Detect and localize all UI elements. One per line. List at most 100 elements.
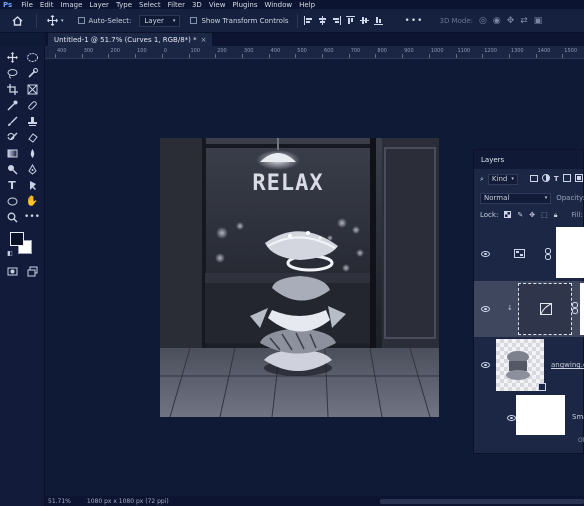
lock-position-icon[interactable]: ✥ (529, 211, 535, 219)
more-options-icon[interactable]: ••• (405, 16, 424, 26)
blur-tool-icon[interactable] (25, 146, 39, 160)
layer-name[interactable]: Sma (572, 413, 584, 421)
menu-view[interactable]: View (209, 1, 226, 9)
ruler-tick (562, 54, 564, 58)
path-select-tool-icon[interactable] (25, 178, 39, 192)
foreground-color-swatch[interactable] (10, 232, 24, 246)
lock-transparent-icon[interactable] (504, 210, 512, 220)
menu-type[interactable]: Type (116, 1, 132, 9)
ruler-tick (108, 54, 110, 58)
frame-tool-icon[interactable] (25, 82, 39, 96)
eye-icon[interactable] (481, 251, 490, 257)
shape-tool-icon[interactable] (5, 194, 19, 208)
opacity-label: Opacity: (556, 194, 584, 202)
layer-row[interactable]: Sma (474, 393, 584, 441)
dodge-tool-icon[interactable] (5, 162, 19, 176)
filter-pixel-icon[interactable] (529, 174, 538, 184)
layer-row[interactable]: angwing.co (474, 337, 584, 393)
layer-mask-thumbnail[interactable] (556, 227, 584, 278)
lock-pixels-icon[interactable]: ✎ (517, 211, 523, 219)
align-center-icon[interactable] (318, 16, 327, 25)
menu-edit[interactable]: Edit (40, 1, 54, 9)
clone-stamp-tool-icon[interactable] (25, 114, 39, 128)
eraser-tool-icon[interactable] (25, 130, 39, 144)
align-middle-icon[interactable] (359, 16, 369, 25)
lasso-tool-icon[interactable] (5, 66, 19, 80)
link-icon[interactable] (545, 248, 551, 262)
layers-panel-header[interactable]: Layers (474, 150, 583, 169)
menu-file[interactable]: File (21, 1, 33, 9)
menu-layer[interactable]: Layer (89, 1, 109, 9)
blend-mode-dropdown[interactable]: Normal ▾ (480, 192, 552, 204)
filter-smart-object-icon[interactable] (574, 174, 583, 184)
eyedropper-tool-icon[interactable] (5, 98, 19, 112)
home-icon[interactable] (10, 15, 24, 26)
3d-pan-icon[interactable]: ✥ (507, 16, 515, 26)
eye-icon[interactable] (481, 306, 490, 312)
menu-plugins[interactable]: Plugins (232, 1, 257, 9)
lock-all-icon[interactable]: 🔒︎ (554, 211, 558, 220)
crop-tool-icon[interactable] (5, 82, 19, 96)
filter-type-icon[interactable]: T (554, 175, 559, 183)
3d-roll-icon[interactable]: ◉ (493, 16, 501, 26)
3d-video-icon[interactable]: ▣ (534, 16, 543, 26)
layer-row-selected[interactable]: ↓ (474, 281, 584, 337)
layer-mask-thumbnail[interactable] (580, 283, 584, 335)
auto-select-dropdown[interactable]: Layer ▾ (139, 14, 181, 27)
layer-row[interactable] (474, 227, 584, 281)
align-right-icon[interactable] (332, 16, 341, 25)
smart-object-thumbnail[interactable] (496, 339, 546, 391)
screen-mode-icon[interactable] (25, 264, 39, 278)
marquee-tool-icon[interactable] (25, 50, 39, 64)
quick-select-tool-icon[interactable] (25, 66, 39, 80)
document-tab[interactable]: Untitled-1 @ 51.7% (Curves 1, RGB/8*) * … (48, 33, 213, 46)
align-left-icon[interactable] (303, 16, 313, 25)
horizontal-scrollbar[interactable] (380, 499, 584, 504)
close-icon[interactable]: × (201, 36, 207, 44)
pen-tool-icon[interactable] (25, 162, 39, 176)
menu-filter[interactable]: Filter (168, 1, 185, 9)
menu-help[interactable]: Help (299, 1, 315, 9)
zoom-tool-icon[interactable] (5, 210, 19, 224)
lock-artboard-icon[interactable]: ⬚ (541, 211, 548, 219)
gradient-tool-icon[interactable] (5, 146, 19, 160)
move-tool-icon[interactable] (45, 15, 59, 26)
chevron-down-icon[interactable]: ▾ (61, 18, 64, 24)
auto-select-checkbox[interactable] (77, 17, 85, 24)
ruler-tick (161, 54, 163, 58)
align-bottom-icon[interactable] (373, 16, 383, 25)
ruler-tick-label: 1500 (564, 48, 578, 54)
3d-slide-icon[interactable]: ⇄ (520, 16, 528, 26)
menu-3d[interactable]: 3D (192, 1, 202, 9)
show-transform-checkbox[interactable] (190, 17, 198, 24)
healing-brush-tool-icon[interactable] (25, 98, 39, 112)
menu-image[interactable]: Image (60, 1, 82, 9)
eye-icon[interactable] (507, 415, 516, 421)
filter-shape-icon[interactable] (562, 174, 571, 184)
photoshop-logo[interactable]: Ps (3, 1, 12, 9)
brush-tool-icon[interactable] (5, 114, 19, 128)
link-icon[interactable] (572, 302, 578, 316)
menu-select[interactable]: Select (139, 1, 161, 9)
menu-window[interactable]: Window (265, 1, 293, 9)
align-top-icon[interactable] (345, 16, 355, 25)
move-tool-icon[interactable] (5, 50, 19, 64)
layer-thumbnail[interactable] (516, 395, 565, 435)
quick-mask-icon[interactable] (5, 264, 19, 278)
adjustment-thumbnail[interactable] (518, 283, 572, 335)
default-colors-icon[interactable]: ◧ (6, 249, 14, 257)
eye-icon[interactable] (481, 362, 490, 368)
filter-adjustment-icon[interactable] (541, 174, 550, 184)
document-canvas[interactable]: RELAX (160, 138, 439, 417)
document-info[interactable]: 1080 px x 1080 px (72 ppi) (87, 498, 169, 505)
horizontal-ruler: 400 300 200 100 0 100 200 300 400 500 600 700 800 900… (45, 46, 584, 59)
layer-name[interactable]: angwing.co (551, 361, 584, 369)
zoom-level[interactable]: 51.71% (48, 498, 71, 505)
type-tool-icon[interactable]: T (5, 178, 19, 192)
more-tools-icon[interactable]: ••• (24, 210, 40, 224)
filter-kind-dropdown[interactable]: Kind ▾ (487, 173, 518, 185)
history-brush-tool-icon[interactable] (5, 130, 19, 144)
ruler-tick-label: 1300 (510, 48, 524, 54)
3d-orbit-icon[interactable]: ◎ (479, 16, 487, 26)
hand-tool-icon[interactable]: ✋ (25, 194, 39, 208)
